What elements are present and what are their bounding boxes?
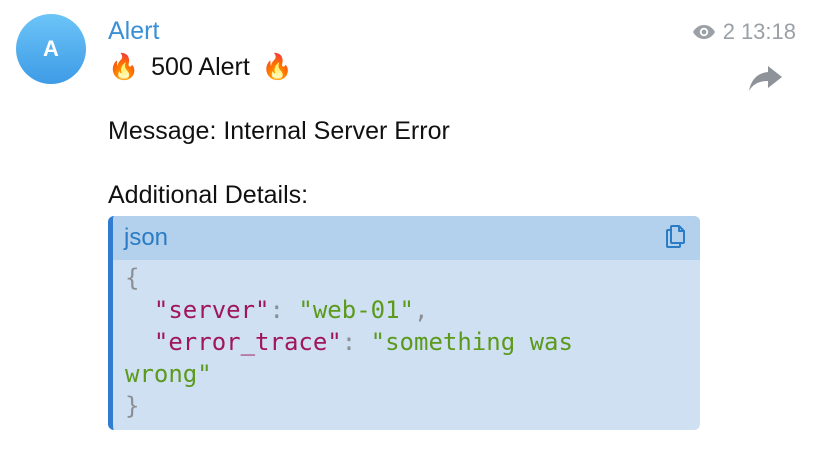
json-value-error-trace: "something was xyxy=(370,328,573,356)
code-language: json xyxy=(124,224,169,251)
headline-text: 500 Alert xyxy=(151,53,250,81)
alert-headline: 🔥 500 Alert 🔥 xyxy=(108,50,293,84)
fire-emoji: 🔥 xyxy=(261,53,293,81)
json-colon: : xyxy=(269,296,299,324)
post-meta: 2 13:18 xyxy=(692,18,796,46)
channel-post: A Alert 2 13:18 🔥 500 Alert 🔥 Message: I… xyxy=(0,0,822,458)
copy-icon xyxy=(663,223,689,254)
json-comma: , xyxy=(414,296,429,324)
avatar-initial: A xyxy=(43,36,59,61)
sender-name[interactable]: Alert xyxy=(108,15,159,47)
json-value-server: "web-01" xyxy=(298,296,414,324)
forward-arrow-icon xyxy=(748,66,784,98)
post-time: 13:18 xyxy=(740,19,796,44)
json-value-error-trace-cont: wrong" xyxy=(125,360,212,388)
avatar[interactable]: A xyxy=(16,14,86,84)
json-close-brace: } xyxy=(125,392,140,420)
json-key-error-trace: "error_trace" xyxy=(153,328,342,356)
code-block-header: json xyxy=(113,216,700,260)
forward-button[interactable] xyxy=(748,62,784,94)
fire-emoji: 🔥 xyxy=(108,53,140,81)
view-count: 2 xyxy=(722,19,735,44)
json-key-server: "server" xyxy=(153,296,270,324)
json-colon: : xyxy=(341,328,371,356)
message-text: Message: Internal Server Error xyxy=(108,117,450,145)
details-label: Additional Details: xyxy=(108,181,309,209)
eye-icon xyxy=(692,24,716,40)
json-open-brace: { xyxy=(125,264,140,292)
code-block: json { "server": "web-01", "error_trace"… xyxy=(108,216,700,430)
copy-code-button[interactable] xyxy=(662,224,690,252)
code-content[interactable]: { "server": "web-01", "error_trace": "so… xyxy=(113,260,700,422)
